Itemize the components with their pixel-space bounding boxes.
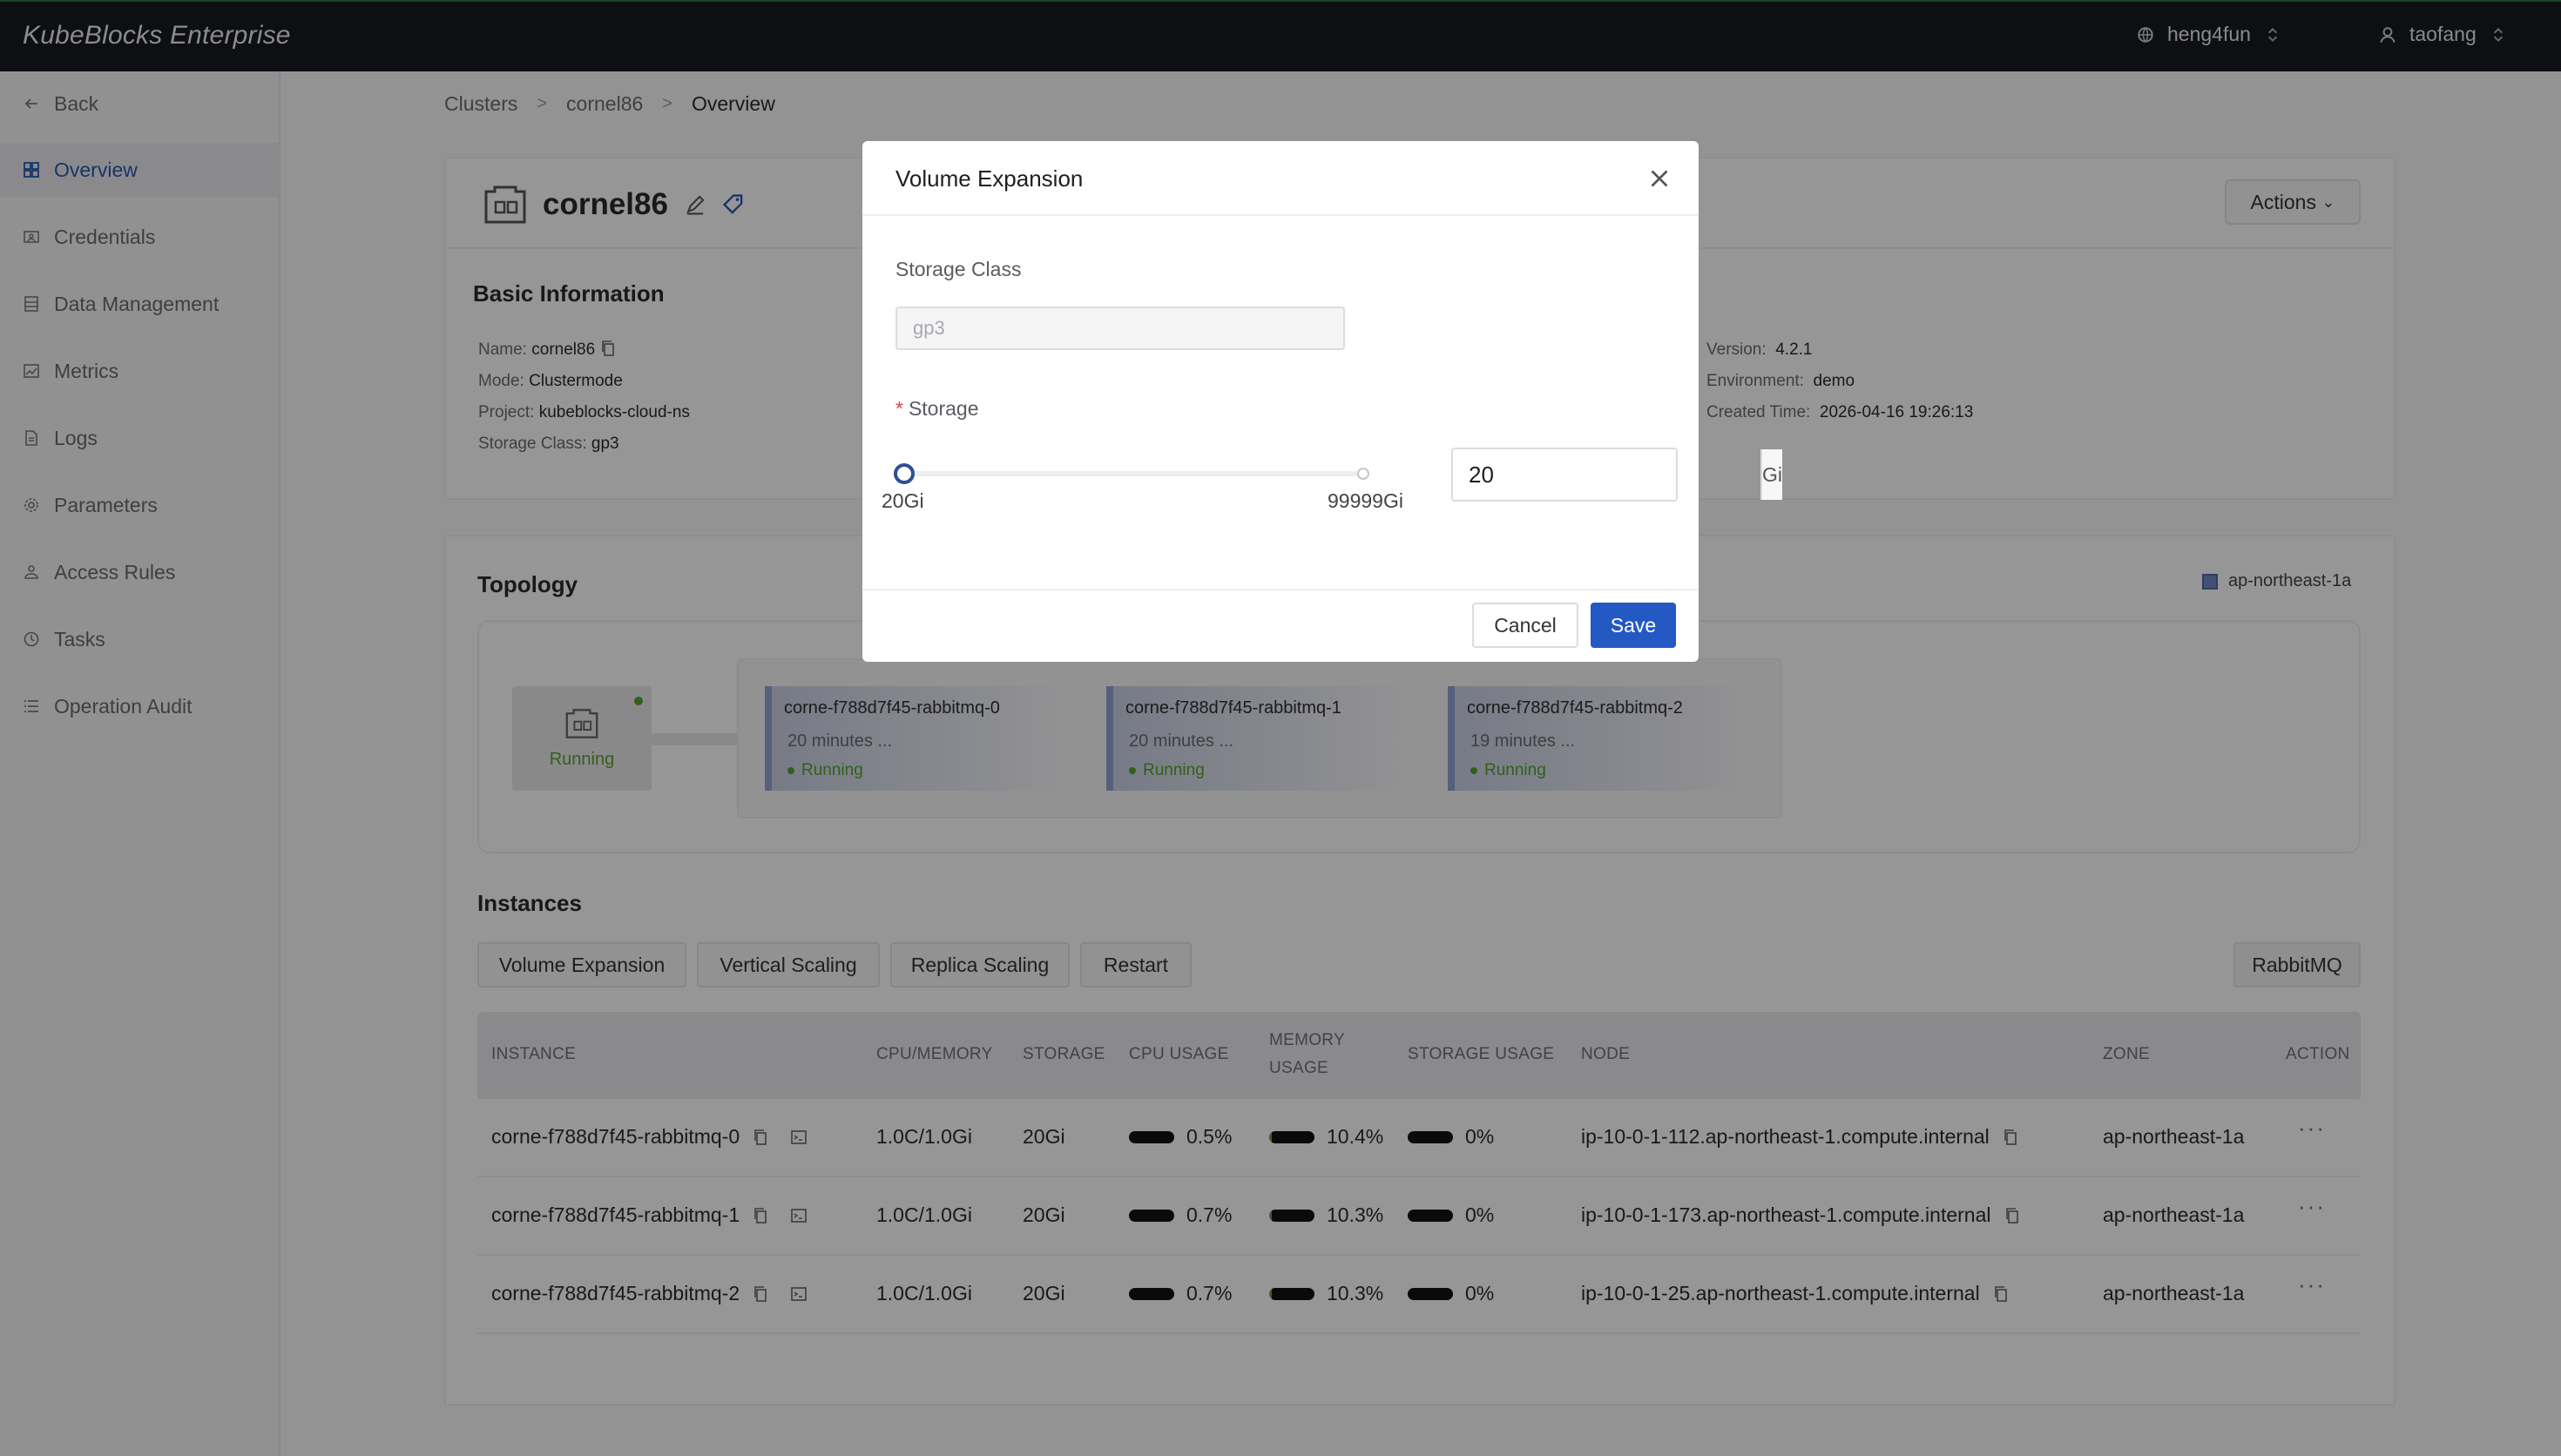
storage-size-input[interactable] — [1453, 449, 1760, 500]
storage-class-field: gp3 — [895, 307, 1345, 350]
dialog-header: Volume Expansion — [862, 141, 1699, 216]
cancel-button[interactable]: Cancel — [1472, 603, 1578, 648]
storage-slider-end — [1357, 468, 1369, 480]
save-button[interactable]: Save — [1591, 603, 1676, 648]
storage-class-label: Storage Class — [895, 258, 1022, 280]
storage-unit: Gi — [1760, 449, 1782, 500]
dialog-title: Volume Expansion — [895, 165, 1084, 192]
dialog-footer-divider — [862, 589, 1699, 590]
storage-slider-handle[interactable] — [894, 463, 915, 484]
storage-size-input-group: Gi — [1451, 448, 1782, 502]
storage-slider-track[interactable] — [902, 471, 1362, 476]
close-icon[interactable] — [1645, 164, 1674, 193]
storage-label: * Storage — [895, 397, 979, 421]
storage-label-text: Storage — [908, 397, 979, 420]
volume-expansion-dialog: Volume Expansion Storage Class gp3 * Stor… — [862, 141, 1782, 662]
slider-min-label: 20Gi — [882, 489, 924, 512]
required-mark: * — [895, 397, 903, 420]
slider-max-label: 99999Gi — [1328, 489, 1403, 512]
